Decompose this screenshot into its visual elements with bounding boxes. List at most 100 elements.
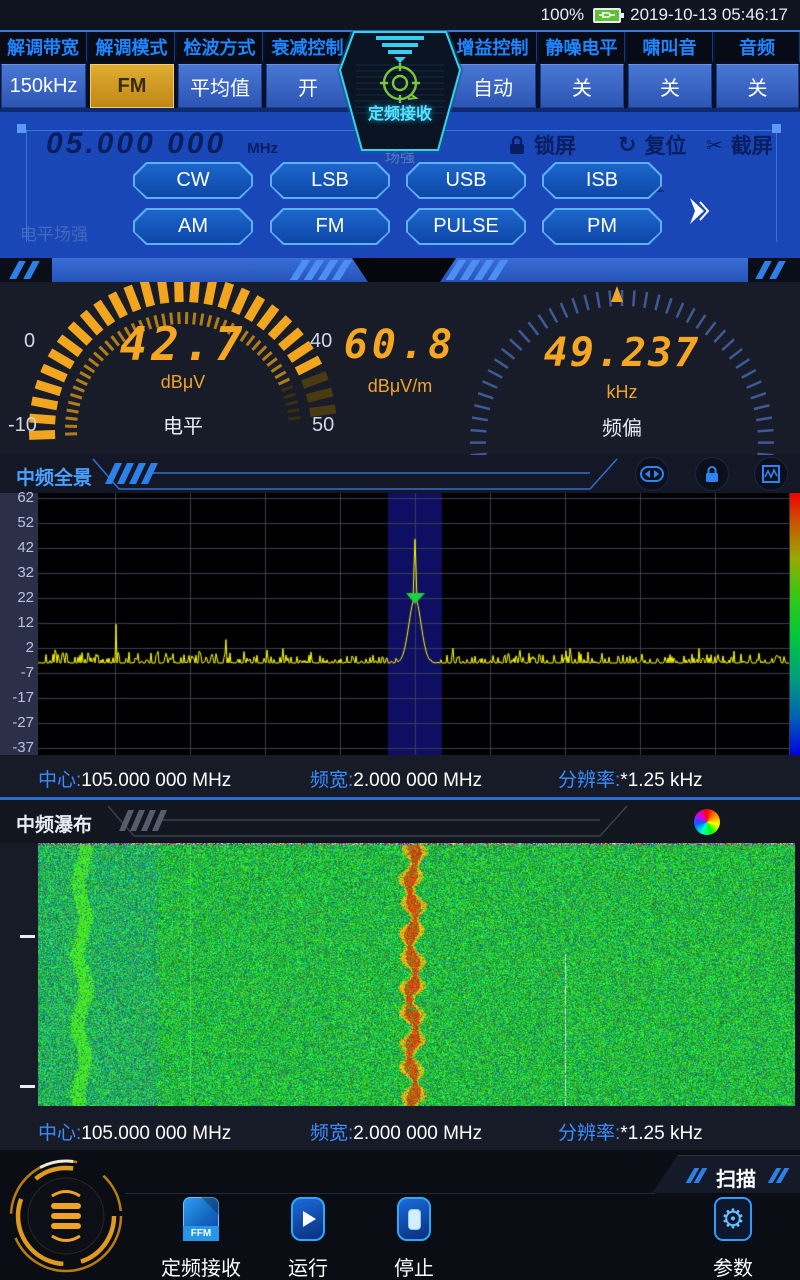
toolbar-value[interactable]: 关: [628, 64, 712, 108]
waterfall-display[interactable]: [38, 843, 795, 1106]
panel-footer-decoration: [0, 258, 800, 282]
reset-icon: ↻: [618, 132, 636, 158]
mode-button-label: FM: [272, 210, 388, 243]
toolbar-value[interactable]: 关: [716, 64, 799, 108]
spectrum-title: 中频全景: [16, 463, 92, 490]
waveform-settings-button[interactable]: [754, 457, 788, 491]
y-tick-label: 22: [0, 589, 34, 606]
marker-toggle-button[interactable]: [635, 457, 669, 491]
y-tick-label: -27: [0, 714, 34, 731]
nav-label-ffm[interactable]: 定频接收: [158, 1252, 244, 1280]
toolbar-label: 音频: [715, 32, 800, 62]
mode-button-lsb[interactable]: LSB: [270, 162, 390, 199]
level-label: 电平: [103, 410, 263, 439]
spectrum-colorbar: [790, 493, 800, 755]
rbw-label: 分辨率: [558, 770, 615, 791]
level-unit: dBμV: [103, 372, 263, 393]
gauge-tick-0: 0: [24, 330, 35, 353]
center-emblem[interactable]: [336, 30, 464, 154]
span-value: 2.000 000 MHz: [353, 770, 482, 791]
hazard-corner-left: [0, 258, 52, 282]
span-label: 频宽: [310, 1123, 348, 1144]
divider: [125, 1193, 655, 1194]
header-decoration: [85, 457, 625, 491]
y-tick-label: 52: [0, 514, 34, 531]
toolbar-value[interactable]: 关: [540, 64, 624, 108]
toolbar-label: 检波方式: [177, 32, 263, 62]
status-datetime: 2019-10-13 05:46:17: [630, 5, 788, 25]
spectrum-y-axis: 6252423222122-7-17-27-37: [0, 493, 38, 755]
fieldstrength-value: 60.8: [330, 322, 470, 368]
y-tick-label: -37: [0, 739, 34, 756]
y-tick-label: -7: [0, 664, 34, 681]
spectrum-info-bar: 中心:105.000 000 MHz 频宽:2.000 000 MHz 分辨率:…: [0, 755, 800, 797]
screenshot-button[interactable]: ✂ 截屏: [706, 130, 773, 160]
toolbar-value[interactable]: 150kHz: [1, 64, 86, 108]
mode-button-label: LSB: [272, 164, 388, 197]
fieldstrength-unit: dBμV/m: [330, 376, 470, 397]
reset-button[interactable]: ↻ 复位: [618, 130, 686, 160]
y-tick-label: 2: [0, 639, 34, 656]
mode-button-isb[interactable]: ISB: [542, 162, 662, 199]
toolbar-col-2: 检波方式平均值: [177, 32, 263, 108]
status-bar: 100% 2019-10-13 05:46:17: [0, 0, 800, 32]
panel-handle-left[interactable]: [17, 124, 26, 133]
waterfall-left-margin: [0, 843, 38, 1106]
rbw-value: *1.25 kHz: [620, 770, 702, 791]
y-tick-label: 12: [0, 614, 34, 631]
freq-offset-label: 频偏: [520, 412, 724, 441]
mode-button-fm[interactable]: FM: [270, 208, 390, 245]
scan-tab[interactable]: 扫描: [652, 1155, 800, 1193]
toolbar-label: 解调模式: [89, 32, 175, 62]
level-fieldstrength-ghost-label: 电平场强: [20, 220, 88, 245]
lock-icon: [704, 465, 720, 483]
gauge-tick-40: 40: [310, 330, 332, 353]
bottom-nav: 扫描 FFM 定频接收 运行 停止 ⚙ 参数: [0, 1150, 800, 1280]
hazard-corner-right: [748, 258, 800, 282]
battery-charging-icon: [593, 8, 621, 23]
nav-label-run[interactable]: 运行: [276, 1252, 340, 1280]
run-button[interactable]: [291, 1197, 325, 1241]
ffm-badge: FFM: [183, 1226, 219, 1241]
more-modes-arrow-icon[interactable]: [686, 196, 712, 226]
mode-button-pm[interactable]: PM: [542, 208, 662, 245]
stop-button[interactable]: [397, 1197, 431, 1241]
nav-label-params[interactable]: 参数: [701, 1252, 765, 1280]
header-decoration: [100, 804, 640, 838]
ffm-button[interactable]: FFM: [183, 1197, 219, 1241]
menu-ring-logo-icon[interactable]: [6, 1156, 126, 1276]
rbw-label: 分辨率: [558, 1123, 615, 1144]
span-label: 频宽: [310, 770, 348, 791]
mode-button-label: USB: [408, 164, 524, 197]
toolbar-col-6: 啸叫音关: [627, 32, 713, 108]
mode-button-cw[interactable]: CW: [133, 162, 253, 199]
center-value: 105.000 000 MHz: [81, 770, 231, 791]
toolbar-col-0: 解调带宽150kHz: [0, 32, 87, 108]
scissors-icon: ✂: [706, 133, 723, 158]
stop-icon: [397, 1197, 431, 1241]
nav-label-stop[interactable]: 停止: [382, 1252, 446, 1280]
mode-button-usb[interactable]: USB: [406, 162, 526, 199]
params-button[interactable]: ⚙: [714, 1197, 752, 1241]
spectrum-panel-header: 中频全景: [0, 455, 800, 493]
toolbar-value[interactable]: FM: [90, 64, 174, 108]
lock-button[interactable]: [695, 457, 729, 491]
gauge-tick-m10: -10: [8, 414, 37, 437]
y-tick-label: -17: [0, 689, 34, 706]
mode-button-am[interactable]: AM: [133, 208, 253, 245]
color-wheel-icon[interactable]: [694, 809, 720, 835]
waveform-settings-icon: [762, 465, 780, 483]
waterfall-info-bar: 中心:105.000 000 MHz 频宽:2.000 000 MHz 分辨率:…: [0, 1106, 800, 1150]
freq-offset-value: 49.237: [520, 330, 724, 376]
play-icon: [291, 1197, 325, 1241]
mode-button-label: PULSE: [408, 210, 524, 243]
toolbar-value[interactable]: 平均值: [178, 64, 262, 108]
toolbar-col-1: 解调模式FM: [89, 32, 175, 108]
mode-button-pulse[interactable]: PULSE: [406, 208, 526, 245]
gauge-tick-50: 50: [312, 414, 334, 437]
lock-screen-button[interactable]: 锁屏: [508, 130, 576, 160]
mode-button-label: CW: [135, 164, 251, 197]
waterfall-panel-header: 中频瀑布: [0, 800, 800, 842]
panel-handle-right[interactable]: [772, 124, 781, 133]
spectrum-display[interactable]: [38, 493, 790, 755]
